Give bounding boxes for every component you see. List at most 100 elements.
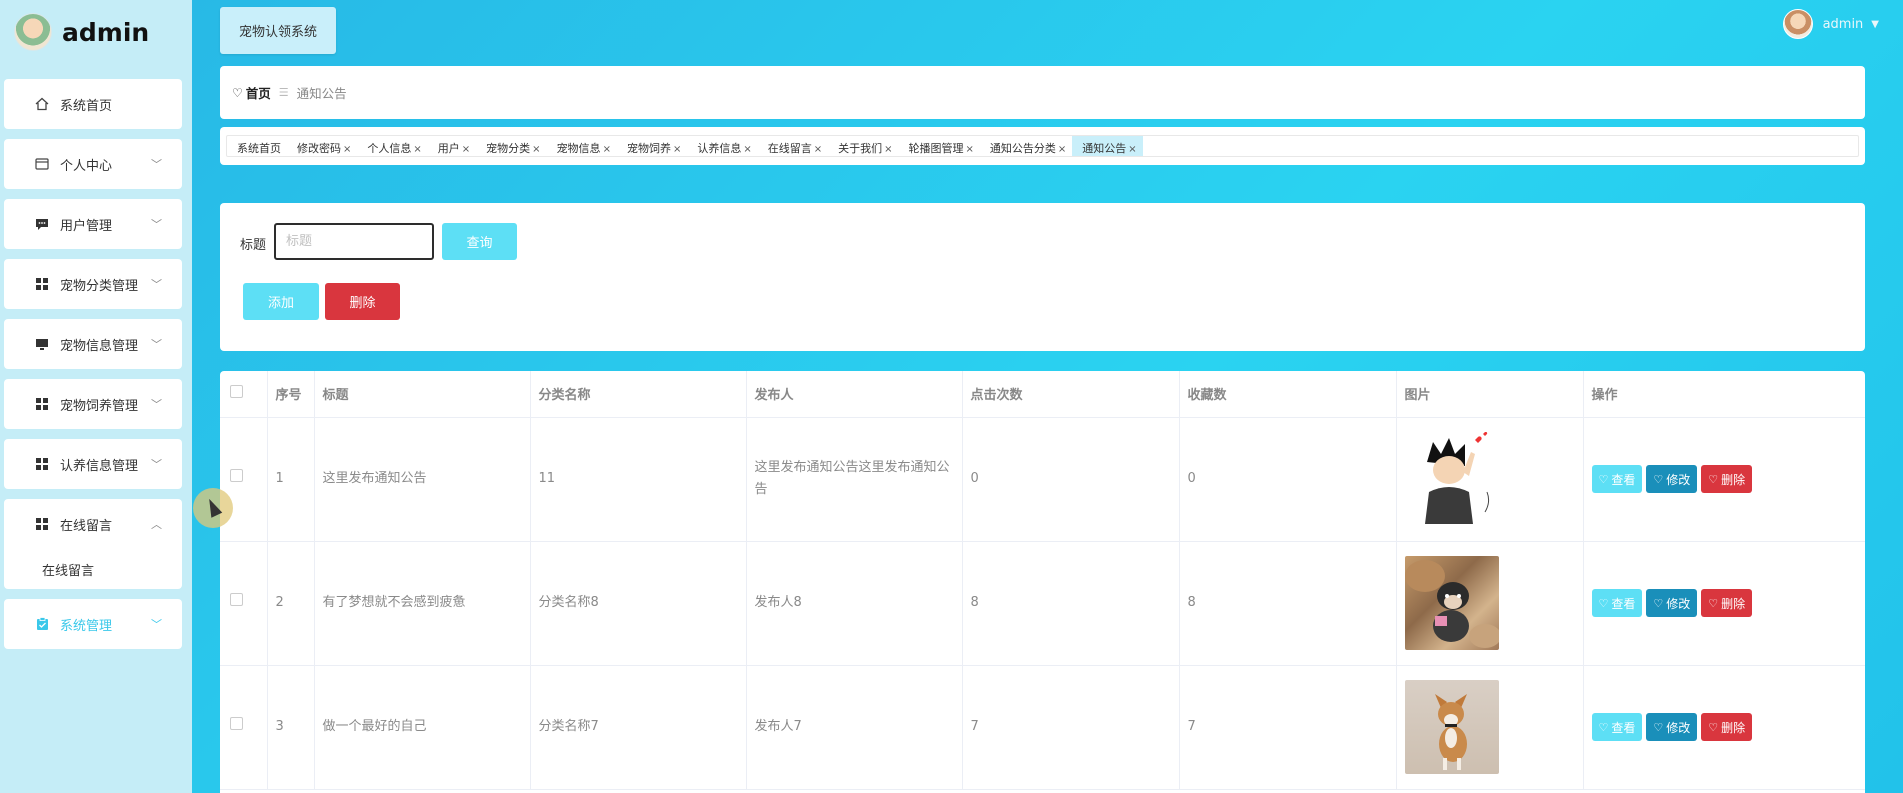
sidebar-item-home[interactable]: 系统首页 [4,79,182,129]
close-icon[interactable]: × [1128,144,1136,155]
delete-button[interactable]: ♡ 删除 [1701,589,1753,617]
cell-category: 分类名称8 [530,541,747,666]
tag-pet-info[interactable]: 宠物信息 × [547,136,617,156]
close-icon[interactable]: × [462,144,470,155]
close-icon[interactable]: × [1058,144,1066,155]
select-all-cell[interactable] [220,371,268,418]
sidebar-subitem-online-message[interactable]: 在线留言 [4,549,182,589]
tag-pet-category[interactable]: 宠物分类 × [476,136,546,156]
row-checkbox[interactable] [230,469,243,482]
table-header-row: 序号 标题 分类名称 发布人 点击次数 收藏数 图片 操作 [220,371,1865,418]
edit-button[interactable]: ♡ 修改 [1646,713,1698,741]
tag-home[interactable]: 系统首页 [227,136,287,156]
column-header: 收藏数 [1179,371,1397,418]
sidebar-item-label: 用户管理 [60,218,113,234]
tag-notice[interactable]: 通知公告 × [1072,136,1143,156]
user-name: admin [1822,16,1864,32]
column-header: 点击次数 [962,371,1180,418]
tag-notice-category[interactable]: 通知公告分类 × [980,136,1072,156]
tag-label: 系统首页 [237,142,281,155]
close-icon[interactable]: × [343,144,351,155]
row-checkbox[interactable] [230,593,243,606]
tag-adoption-info[interactable]: 认养信息 × [687,136,757,156]
tag-pet-feeding[interactable]: 宠物饲养 × [617,136,687,156]
sidebar-item-pet-info[interactable]: 宠物信息管理 ﹀ [4,319,182,369]
close-icon[interactable]: × [532,144,540,155]
heart-icon: ♡ [1653,596,1664,610]
close-icon[interactable]: × [413,144,421,155]
sidebar-item-online-message[interactable]: 在线留言 ︿ 在线留言 [4,499,182,589]
edit-button[interactable]: ♡ 修改 [1646,589,1698,617]
breadcrumb-separator: ☰ [278,86,289,99]
cell-publisher: 这里发布通知公告这里发布通知公告 [746,417,963,542]
tag-label: 个人信息 [367,142,412,155]
delete-button[interactable]: ♡ 删除 [1701,713,1753,741]
edit-label: 修改 [1666,472,1691,487]
tag-label: 用户 [437,142,460,155]
query-button[interactable]: 查询 [442,223,517,260]
row-checkbox[interactable] [230,717,243,730]
tag-about-us[interactable]: 关于我们 × [828,136,898,156]
tag-personal-info[interactable]: 个人信息 × [357,136,427,156]
cell-favorites: 8 [1179,541,1397,666]
view-label: 查看 [1611,472,1636,487]
close-icon[interactable]: × [673,144,681,155]
heart-icon: ♡ [1708,472,1719,486]
close-icon[interactable]: × [884,144,892,155]
sidebar-item-pet-category[interactable]: 宠物分类管理 ﹀ [4,259,182,309]
heart-icon: ♡ [1598,472,1609,486]
view-button[interactable]: ♡ 查看 [1591,589,1643,617]
close-icon[interactable]: × [603,144,611,155]
sidebar-item-label: 宠物信息管理 [60,338,139,354]
tag-label: 修改密码 [297,142,341,155]
chevron-down-icon: ﹀ [151,338,162,351]
cell-category: 11 [530,417,747,542]
sidebar-item-personal-center[interactable]: 个人中心 ﹀ [4,139,182,189]
cell-no: 1 [267,417,315,542]
row-select-cell[interactable] [220,541,268,666]
sidebar-item-online-message-head[interactable]: 在线留言 ︿ [4,499,182,549]
home-icon [34,96,50,112]
cell-publisher: 发布人8 [746,541,963,666]
system-title-tag[interactable]: 宠物认领系统 [220,7,336,54]
title-search-input[interactable] [274,223,434,260]
table-row: 2 有了梦想就不会感到疲惫 分类名称8 发布人8 8 8 ♡ 查看 ♡ 修改 ♡… [220,541,1865,666]
sidebar-menu: 系统首页 个人中心 ﹀ 用户管理 ﹀ 宠物分类管理 ﹀ 宠物信息管理 ﹀ 宠物饲… [4,79,182,659]
heart-icon: ♡ [1708,596,1719,610]
caret-down-icon: ▼ [1871,18,1879,30]
view-button[interactable]: ♡ 查看 [1591,713,1643,741]
grid-icon [34,456,50,472]
cell-title: 做一个最好的自己 [314,665,531,790]
edit-button[interactable]: ♡ 修改 [1646,465,1698,493]
cell-clicks: 0 [962,417,1180,542]
view-label: 查看 [1611,720,1636,735]
search-panel: 标题 查询 添加 删除 [220,203,1865,351]
close-icon[interactable]: × [743,144,751,155]
tag-user[interactable]: 用户 × [428,136,476,156]
tag-carousel[interactable]: 轮播图管理 × [899,136,980,156]
notice-image [1404,556,1499,650]
select-all-checkbox[interactable] [230,385,243,399]
cell-publisher: 发布人7 [746,665,963,790]
tag-label: 关于我们 [838,142,883,155]
close-icon[interactable]: × [966,144,974,155]
tag-label: 宠物信息 [556,142,601,155]
tag-change-password[interactable]: 修改密码 × [287,136,357,156]
row-select-cell[interactable] [220,417,268,542]
tag-online-message[interactable]: 在线留言 × [758,136,828,156]
batch-delete-button[interactable]: 删除 [325,283,400,320]
sidebar-item-adoption-info[interactable]: 认养信息管理 ﹀ [4,439,182,489]
breadcrumb-home[interactable]: ♡ 首页 [232,83,271,102]
user-menu[interactable]: admin ▼ [1782,9,1879,39]
table-row: 3 做一个最好的自己 分类名称7 发布人7 7 7 ♡ 查看 ♡ 修改 ♡ 删除 [220,665,1865,790]
sidebar-item-system-management[interactable]: 系统管理 ﹀ [4,599,182,649]
sidebar-item-user-management[interactable]: 用户管理 ﹀ [4,199,182,249]
close-icon[interactable]: × [814,144,822,155]
sidebar-item-pet-feeding[interactable]: 宠物饲养管理 ﹀ [4,379,182,429]
add-button[interactable]: 添加 [243,283,319,320]
cell-title: 有了梦想就不会感到疲惫 [314,541,531,666]
delete-button[interactable]: ♡ 删除 [1701,465,1753,493]
view-button[interactable]: ♡ 查看 [1591,465,1643,493]
chevron-up-icon: ︿ [151,518,162,531]
row-select-cell[interactable] [220,665,268,790]
